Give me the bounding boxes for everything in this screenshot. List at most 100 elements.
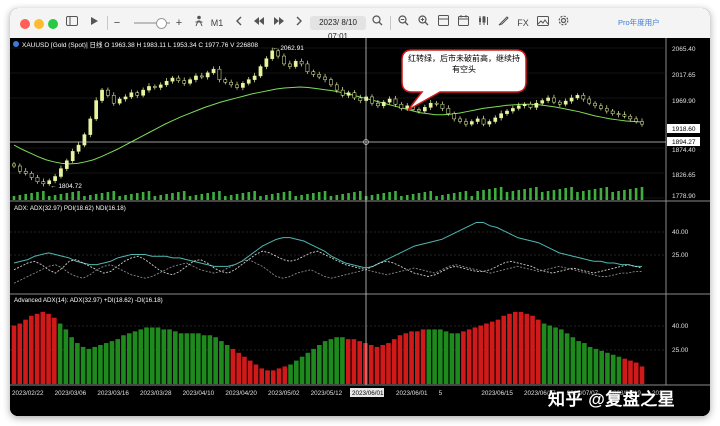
zoom-window-button[interactable] bbox=[48, 19, 58, 29]
candle-body bbox=[135, 92, 140, 96]
candle-body bbox=[64, 160, 69, 169]
adx-bar bbox=[294, 360, 299, 384]
layout-icon[interactable] bbox=[436, 15, 450, 31]
adv-adx-axis-label: 40.00 bbox=[672, 323, 689, 330]
adx-bar bbox=[144, 327, 149, 384]
adx-bar bbox=[276, 368, 282, 384]
adx-bar bbox=[201, 335, 207, 384]
candle-body bbox=[493, 117, 498, 122]
zoom-in-button[interactable]: + bbox=[173, 15, 185, 31]
volume-bar bbox=[229, 195, 233, 200]
adx-bar bbox=[80, 346, 86, 384]
adx-bar bbox=[432, 329, 437, 384]
draw-tool-icon[interactable] bbox=[496, 15, 510, 31]
volume-bar bbox=[329, 196, 333, 200]
minimize-window-button[interactable] bbox=[34, 19, 44, 29]
candle-body bbox=[311, 71, 316, 75]
candle-body bbox=[422, 107, 427, 112]
zoom-out-icon[interactable] bbox=[396, 15, 410, 31]
candle-body bbox=[464, 121, 468, 125]
candle-body bbox=[376, 102, 380, 107]
rewind-icon[interactable] bbox=[252, 15, 266, 31]
adx-bar bbox=[161, 329, 167, 384]
price-axis-label: 1969.90 bbox=[672, 98, 696, 105]
play-icon[interactable] bbox=[87, 15, 101, 31]
settings-icon[interactable] bbox=[556, 15, 570, 31]
candle-body bbox=[452, 113, 457, 120]
volume-bar bbox=[382, 193, 386, 200]
adx-bar bbox=[173, 331, 178, 384]
adx-bar bbox=[541, 323, 547, 384]
person-icon[interactable] bbox=[192, 15, 206, 31]
adx-bar bbox=[305, 352, 311, 384]
adx-bar bbox=[559, 329, 564, 384]
sidebar-icon[interactable] bbox=[65, 15, 79, 31]
candle-body bbox=[616, 113, 621, 115]
candle-body bbox=[82, 134, 87, 146]
candle-body bbox=[487, 121, 492, 125]
symbol-dot bbox=[13, 41, 19, 47]
candle-body bbox=[153, 86, 157, 88]
adx-bar bbox=[288, 364, 293, 384]
volume-bar bbox=[24, 194, 28, 200]
volume-bar bbox=[223, 196, 227, 200]
volume-bar bbox=[576, 192, 579, 200]
adx-bar bbox=[126, 333, 132, 384]
zoom-slider[interactable] bbox=[134, 18, 170, 29]
candle-body bbox=[270, 50, 275, 59]
adx-bar bbox=[98, 345, 103, 384]
candle-body bbox=[405, 105, 410, 109]
close-window-button[interactable] bbox=[20, 19, 30, 29]
zoom-slider-knob[interactable] bbox=[156, 18, 167, 29]
volume-bar bbox=[94, 194, 98, 200]
adx-bar bbox=[530, 315, 535, 384]
candle-body bbox=[199, 75, 204, 78]
volume-bar bbox=[358, 191, 362, 200]
candle-body bbox=[288, 63, 292, 67]
candle-body bbox=[557, 101, 562, 105]
adx-bar bbox=[484, 323, 489, 384]
candle-body bbox=[499, 113, 503, 119]
adx-bar bbox=[489, 321, 495, 384]
volume-bar bbox=[535, 187, 538, 200]
back-icon[interactable] bbox=[232, 15, 246, 31]
volume-bar bbox=[558, 189, 562, 200]
adx-bar bbox=[63, 329, 69, 384]
indicator-icon[interactable] bbox=[476, 15, 490, 31]
adx-bar bbox=[196, 333, 201, 384]
volume-bar bbox=[135, 193, 139, 200]
toolbar: − + M1 2023/ 8/10 07:01 FX Pro年度用户 bbox=[10, 8, 710, 41]
candle-body bbox=[329, 79, 333, 86]
gallery-icon[interactable] bbox=[536, 15, 550, 31]
candle-body bbox=[235, 84, 239, 88]
adx-bar bbox=[391, 339, 397, 384]
pro-user-label[interactable]: Pro年度用户 bbox=[618, 17, 660, 28]
zoom-out-button[interactable]: − bbox=[111, 15, 123, 31]
calendar-icon[interactable] bbox=[456, 15, 470, 31]
app-window: − + M1 2023/ 8/10 07:01 FX Pro年度用户 XAUUS… bbox=[10, 8, 710, 416]
date-axis-label: 2023/03/16 bbox=[97, 390, 129, 397]
trading-chart[interactable]: XAUUSD [Gold (Spot)] 日线 O 1963.38 H 1983… bbox=[10, 38, 710, 416]
fx-button[interactable]: FX bbox=[514, 15, 532, 31]
timeframe-selector[interactable]: M1 bbox=[208, 15, 226, 31]
search-icon[interactable] bbox=[370, 15, 384, 31]
adv-adx-pane-header: Advanced ADX(14): ADX(32.97) +DI(18.62) … bbox=[14, 297, 163, 304]
volume-bar bbox=[323, 191, 327, 200]
candle-body bbox=[223, 79, 228, 83]
datetime-field[interactable]: 2023/ 8/10 07:01 bbox=[310, 16, 366, 41]
candle-body bbox=[164, 80, 169, 86]
candle-body bbox=[552, 97, 556, 103]
adx-bar bbox=[121, 335, 126, 384]
adx-bar bbox=[518, 311, 524, 384]
candle-body bbox=[158, 84, 163, 88]
fast-forward-icon[interactable] bbox=[272, 15, 286, 31]
volume-bar bbox=[628, 189, 632, 200]
volume-bar bbox=[124, 195, 127, 200]
candle-body bbox=[35, 177, 40, 182]
volume-bar bbox=[42, 191, 45, 200]
volume-bar bbox=[570, 187, 573, 200]
adv-adx-axis-label: 25.00 bbox=[672, 347, 689, 354]
zoom-in-icon[interactable] bbox=[416, 15, 430, 31]
candle-body bbox=[29, 173, 34, 178]
forward-icon[interactable] bbox=[292, 15, 306, 31]
